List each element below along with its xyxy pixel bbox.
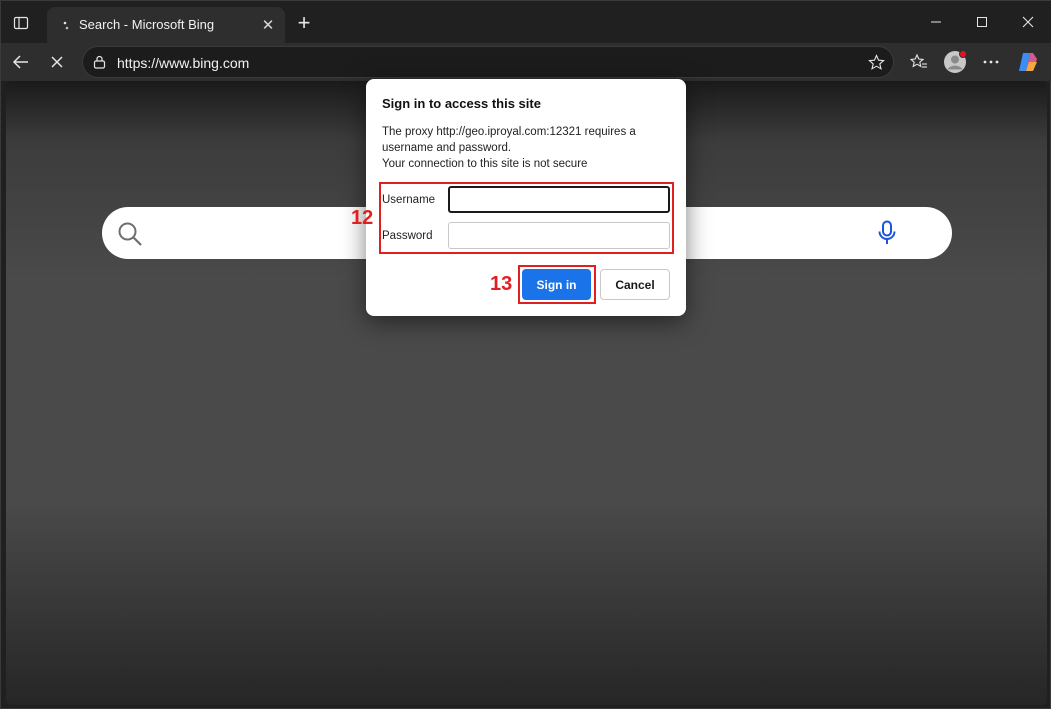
- password-field[interactable]: [448, 222, 670, 249]
- tab-close-icon[interactable]: ✕: [259, 16, 277, 34]
- stop-loading-icon[interactable]: [47, 52, 67, 72]
- address-bar[interactable]: https://www.bing.com: [82, 46, 894, 78]
- favorite-star-icon[interactable]: [868, 54, 885, 76]
- proxy-message: The proxy http://geo.iproyal.com:12321 r…: [382, 126, 636, 154]
- copilot-icon[interactable]: [1016, 50, 1040, 74]
- sign-in-button[interactable]: Sign in: [522, 269, 591, 300]
- browser-window: Search - Microsoft Bing ✕ + https://www.…: [0, 0, 1051, 709]
- more-icon[interactable]: [980, 51, 1002, 73]
- tab-title: Search - Microsoft Bing: [79, 17, 215, 32]
- loading-spinner-icon: [61, 19, 73, 31]
- url-text: https://www.bing.com: [117, 55, 250, 71]
- username-field[interactable]: [448, 186, 670, 213]
- favorites-icon[interactable]: [908, 51, 930, 73]
- new-tab-icon[interactable]: +: [293, 10, 315, 35]
- proxy-auth-dialog: Sign in to access this site The proxy ht…: [366, 79, 686, 316]
- password-label: Password: [382, 230, 433, 242]
- back-arrow-icon[interactable]: [10, 51, 32, 73]
- tab-bing[interactable]: Search - Microsoft Bing ✕: [47, 7, 285, 43]
- maximize-button[interactable]: [959, 7, 1005, 37]
- close-window-button[interactable]: [1005, 7, 1051, 37]
- microphone-icon[interactable]: [877, 220, 897, 251]
- dialog-message: The proxy http://geo.iproyal.com:12321 r…: [382, 124, 672, 172]
- minimize-button[interactable]: [913, 7, 959, 37]
- sidebar-toggle-icon[interactable]: [11, 13, 31, 33]
- search-icon[interactable]: [117, 221, 143, 252]
- dialog-title: Sign in to access this site: [382, 96, 541, 111]
- cancel-button[interactable]: Cancel: [600, 269, 670, 300]
- step-13-label: 13: [490, 273, 513, 295]
- username-label: Username: [382, 194, 436, 206]
- insecure-warning: Your connection to this site is not secu…: [382, 158, 588, 170]
- navigation-toolbar: https://www.bing.com: [1, 43, 1051, 81]
- lock-icon[interactable]: [93, 55, 106, 74]
- step-12-label: 12: [351, 207, 374, 229]
- profile-icon[interactable]: [943, 50, 967, 74]
- title-bar: Search - Microsoft Bing ✕ +: [1, 1, 1051, 43]
